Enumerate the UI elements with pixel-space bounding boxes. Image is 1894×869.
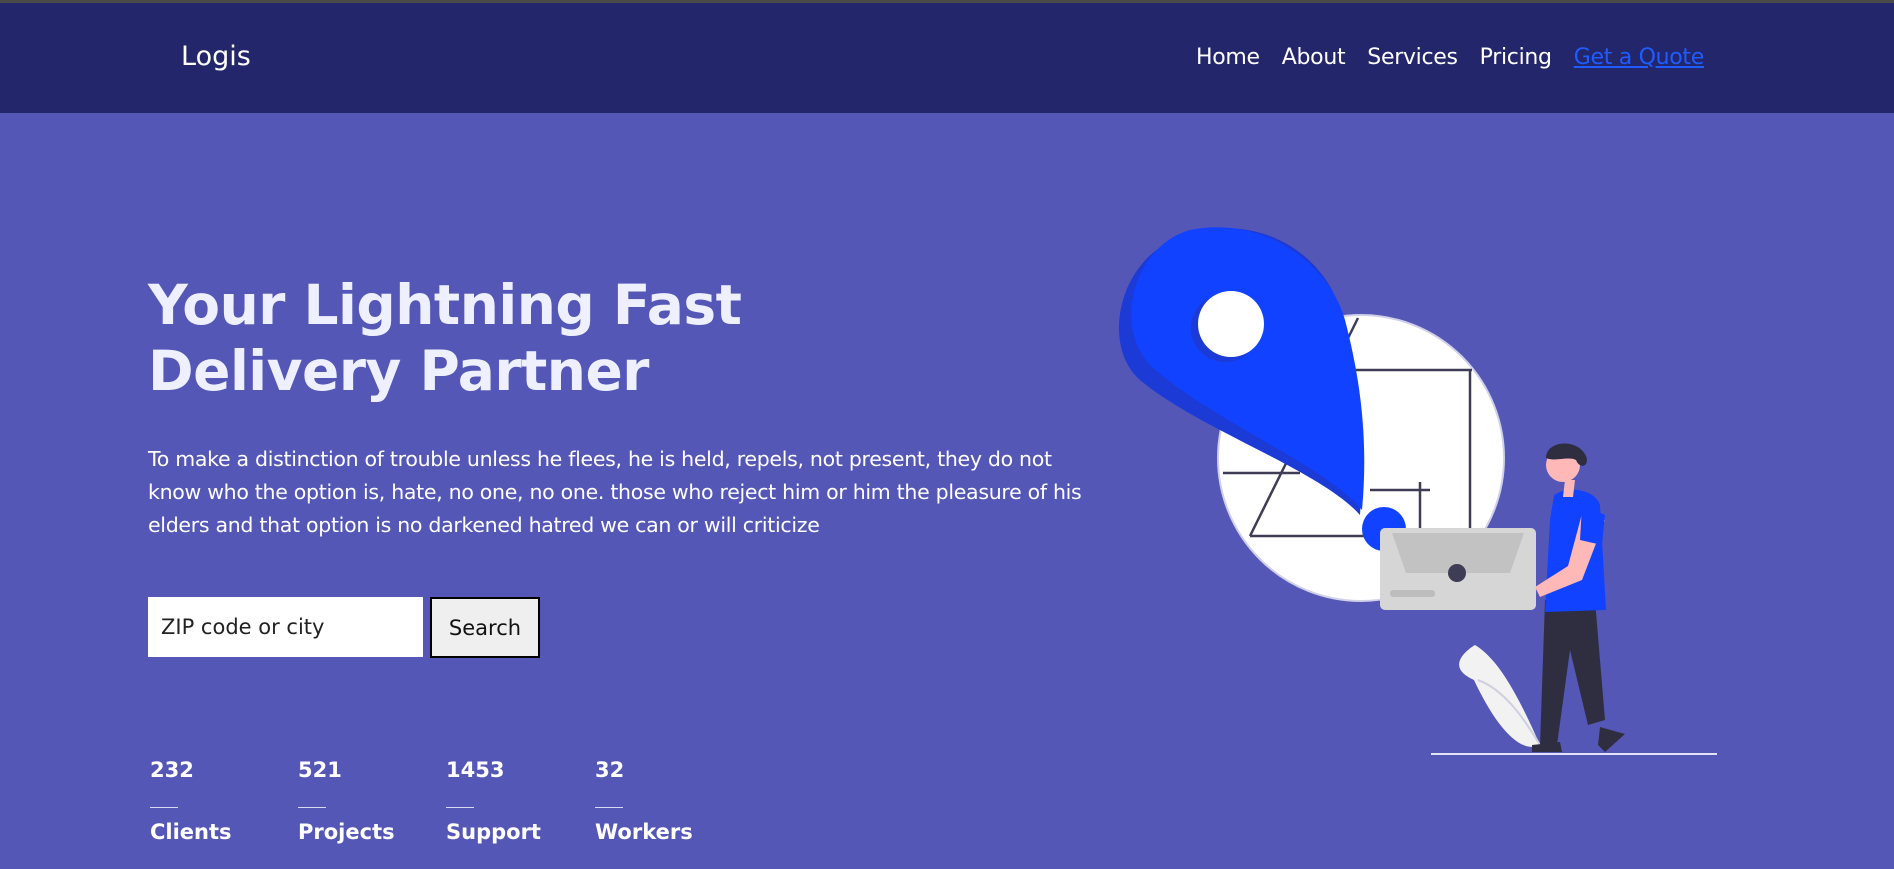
hero-title-line-1: Your Lightning Fast <box>148 273 742 337</box>
main-nav: Home About Services Pricing Get a Quote <box>1196 47 1704 69</box>
nav-services-link[interactable]: Services <box>1367 47 1458 69</box>
stat-label: Clients <box>150 820 232 844</box>
package-icon <box>1380 528 1536 610</box>
stat-value: 232 <box>150 758 194 782</box>
nav-home-link[interactable]: Home <box>1196 47 1260 69</box>
stat-support: 1453 Support <box>446 760 541 843</box>
stat-label: Workers <box>595 820 693 844</box>
plant-icon <box>1459 645 1541 747</box>
stat-divider <box>595 807 623 808</box>
delivery-illustration <box>1118 227 1717 755</box>
stat-divider <box>446 807 474 808</box>
zip-search-input[interactable] <box>148 597 423 657</box>
stat-value: 32 <box>595 758 625 782</box>
stat-workers: 32 Workers <box>595 760 693 843</box>
stat-value: 1453 <box>446 758 505 782</box>
stat-divider <box>150 807 178 808</box>
hero-title: Your Lightning Fast Delivery Partner <box>148 272 742 404</box>
site-header: Logis Home About Services Pricing Get a … <box>0 3 1894 113</box>
hero-title-line-2: Delivery Partner <box>148 339 649 403</box>
nav-about-link[interactable]: About <box>1282 47 1346 69</box>
delivery-person-icon <box>1532 443 1625 752</box>
stat-projects: 521 Projects <box>298 760 395 843</box>
search-button[interactable]: Search <box>430 597 540 658</box>
stat-label: Projects <box>298 820 395 844</box>
hero-description: To make a distinction of trouble unless … <box>148 447 1082 537</box>
stat-divider <box>298 807 326 808</box>
logo[interactable]: Logis <box>181 43 251 70</box>
stat-value: 521 <box>298 758 342 782</box>
stat-clients: 232 Clients <box>150 760 232 843</box>
nav-pricing-link[interactable]: Pricing <box>1480 47 1552 69</box>
stat-label: Support <box>446 820 541 844</box>
get-a-quote-link[interactable]: Get a Quote <box>1574 47 1705 69</box>
